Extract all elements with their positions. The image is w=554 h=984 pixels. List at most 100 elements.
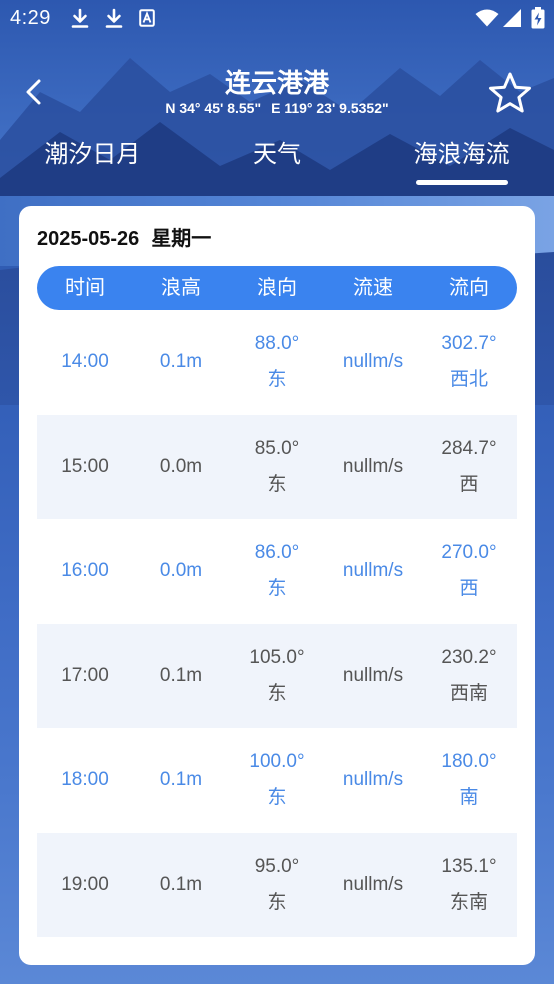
current-direction-cell: 180.0° 南 bbox=[421, 728, 517, 833]
status-bar: 4:29 bbox=[0, 0, 554, 36]
current-direction-degrees: 270.0° bbox=[441, 542, 497, 564]
weekday-text: 星期一 bbox=[151, 228, 212, 250]
wave-height-value: 0.1m bbox=[159, 769, 203, 791]
wave-height-cell: 0.0m bbox=[133, 519, 229, 624]
date-heading: 2025-05-26 星期一 bbox=[37, 226, 211, 252]
wave-direction-label: 东 bbox=[267, 473, 287, 495]
wave-height-cell: 0.0m bbox=[133, 415, 229, 520]
wifi-icon bbox=[475, 9, 499, 27]
wave-direction-degrees: 95.0° bbox=[254, 855, 300, 877]
page-title: 连云港港 bbox=[224, 68, 329, 98]
wave-direction-degrees: 100.0° bbox=[249, 751, 305, 773]
table-row: 15:00 0.0m 85.0° 东 nullm/s 284.7° 西 bbox=[37, 414, 517, 520]
tab-waves-currents[interactable]: 海浪海流 bbox=[369, 138, 554, 190]
current-speed-value: nullm/s bbox=[342, 664, 404, 686]
wave-direction-degrees: 105.0° bbox=[249, 646, 305, 668]
a-box-icon bbox=[139, 9, 155, 27]
longitude: E 119° 23' 9.5352" bbox=[271, 100, 389, 116]
current-speed-value: nullm/s bbox=[342, 873, 404, 895]
current-direction-degrees: 135.1° bbox=[441, 855, 497, 877]
current-direction-degrees: 180.0° bbox=[441, 751, 497, 773]
wave-height-cell: 0.1m bbox=[133, 728, 229, 833]
current-direction-label: 南 bbox=[459, 787, 479, 809]
chevron-left-icon bbox=[26, 79, 41, 105]
tab-bar: 潮汐日月 天气 海浪海流 bbox=[0, 138, 554, 190]
favorite-button[interactable] bbox=[488, 71, 532, 115]
current-speed-cell: nullm/s bbox=[325, 415, 421, 520]
time-value: 14:00 bbox=[61, 351, 109, 373]
signal-icon bbox=[503, 9, 521, 27]
tab-tide-sun-moon[interactable]: 潮汐日月 bbox=[0, 138, 185, 190]
current-speed-value: nullm/s bbox=[342, 455, 404, 477]
wave-direction-cell: 86.0° 东 bbox=[229, 519, 325, 624]
column-header-current-speed: 流速 bbox=[353, 277, 393, 299]
time-cell: 19:00 bbox=[37, 833, 133, 938]
current-speed-value: nullm/s bbox=[342, 769, 404, 791]
wave-direction-degrees: 86.0° bbox=[254, 542, 300, 564]
wave-direction-degrees: 85.0° bbox=[254, 437, 300, 459]
back-button[interactable] bbox=[20, 76, 46, 108]
wave-height-value: 0.0m bbox=[159, 560, 203, 582]
wave-direction-cell: 85.0° 东 bbox=[229, 415, 325, 520]
table-row: 16:00 0.0m 86.0° 东 nullm/s 270.0° 西 bbox=[37, 519, 517, 624]
wave-height-value: 0.0m bbox=[159, 455, 203, 477]
download-icon bbox=[105, 8, 123, 28]
tab-label: 潮汐日月 bbox=[44, 141, 141, 168]
current-direction-cell: 284.7° 西 bbox=[421, 415, 517, 520]
current-speed-cell: nullm/s bbox=[325, 310, 421, 415]
date-text: 2025-05-26 bbox=[37, 228, 140, 250]
current-direction-degrees: 284.7° bbox=[441, 437, 497, 459]
table-row: 18:00 0.1m 100.0° 东 nullm/s 180.0° 南 bbox=[37, 728, 517, 833]
wave-height-cell: 0.1m bbox=[133, 624, 229, 729]
wave-direction-label: 东 bbox=[267, 578, 287, 600]
time-cell: 18:00 bbox=[37, 728, 133, 833]
wave-direction-label: 东 bbox=[267, 682, 287, 704]
column-header-current-direction: 流向 bbox=[449, 277, 489, 299]
wave-height-value: 0.1m bbox=[159, 873, 203, 895]
tab-weather[interactable]: 天气 bbox=[185, 138, 370, 190]
current-speed-cell: nullm/s bbox=[325, 624, 421, 729]
wave-height-cell: 0.1m bbox=[133, 833, 229, 938]
star-outline-icon bbox=[489, 72, 531, 113]
current-direction-label: 西 bbox=[459, 578, 479, 600]
wave-direction-degrees: 88.0° bbox=[254, 333, 300, 355]
time-value: 15:00 bbox=[61, 455, 109, 477]
time-cell: 16:00 bbox=[37, 519, 133, 624]
current-direction-cell: 135.1° 东南 bbox=[421, 833, 517, 938]
current-speed-cell: nullm/s bbox=[325, 519, 421, 624]
tab-label: 天气 bbox=[253, 141, 301, 168]
wave-direction-label: 东 bbox=[267, 891, 287, 913]
time-cell: 17:00 bbox=[37, 624, 133, 729]
current-direction-cell: 270.0° 西 bbox=[421, 519, 517, 624]
current-direction-degrees: 230.2° bbox=[441, 646, 497, 668]
tab-label: 海浪海流 bbox=[413, 141, 510, 168]
active-tab-indicator bbox=[415, 180, 508, 185]
wave-direction-label: 东 bbox=[267, 787, 287, 809]
current-speed-cell: nullm/s bbox=[325, 833, 421, 938]
table-body[interactable]: 14:00 0.1m 88.0° 东 nullm/s 302.7° 西北 15:… bbox=[37, 310, 517, 937]
battery-charging-icon bbox=[531, 7, 545, 29]
current-direction-label: 西北 bbox=[449, 369, 488, 391]
latitude: N 34° 45' 8.55" bbox=[165, 100, 262, 116]
wave-direction-cell: 105.0° 东 bbox=[229, 624, 325, 729]
coordinates: N 34° 45' 8.55" E 119° 23' 9.5352" bbox=[77, 100, 477, 116]
current-direction-cell: 230.2° 西南 bbox=[421, 624, 517, 729]
table-header: 时间 浪高 浪向 流速 流向 bbox=[37, 266, 517, 310]
wave-height-value: 0.1m bbox=[159, 351, 203, 373]
download-icon bbox=[71, 8, 89, 28]
wave-direction-cell: 95.0° 东 bbox=[229, 833, 325, 938]
wave-height-cell: 0.1m bbox=[133, 310, 229, 415]
wave-current-card: 2025-05-26 星期一 时间 浪高 浪向 流速 流向 14:00 0.1m … bbox=[19, 206, 535, 965]
status-time: 4:29 bbox=[10, 7, 51, 29]
time-cell: 15:00 bbox=[37, 415, 133, 520]
wave-direction-cell: 88.0° 东 bbox=[229, 310, 325, 415]
table-row: 14:00 0.1m 88.0° 东 nullm/s 302.7° 西北 bbox=[37, 310, 517, 415]
time-cell: 14:00 bbox=[37, 310, 133, 415]
current-speed-cell: nullm/s bbox=[325, 728, 421, 833]
current-direction-label: 东南 bbox=[449, 891, 488, 913]
column-header-time: 时间 bbox=[65, 277, 105, 299]
current-direction-label: 西 bbox=[459, 473, 479, 495]
column-header-wave-height: 浪高 bbox=[161, 277, 201, 299]
time-value: 19:00 bbox=[61, 873, 109, 895]
table-row: 19:00 0.1m 95.0° 东 nullm/s 135.1° 东南 bbox=[37, 832, 517, 938]
